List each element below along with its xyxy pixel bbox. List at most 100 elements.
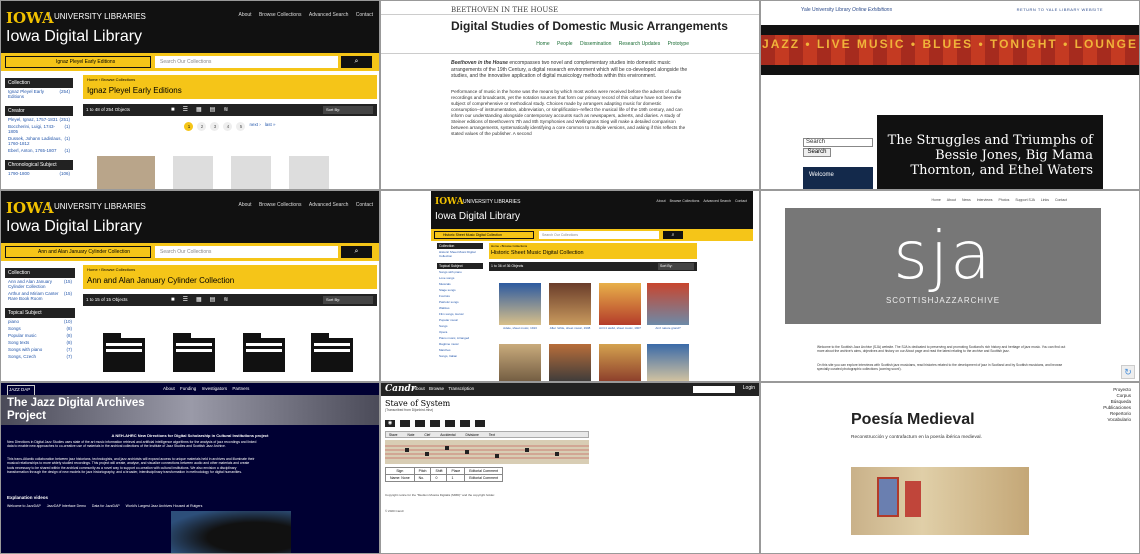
nav-contact[interactable]: Contact bbox=[1055, 198, 1067, 202]
next-link[interactable]: next › bbox=[249, 122, 260, 131]
symbol-icon[interactable] bbox=[460, 420, 470, 427]
nav-browse[interactable]: Browse bbox=[429, 386, 444, 391]
folder-icon[interactable] bbox=[171, 329, 217, 375]
search-input[interactable]: Search bbox=[803, 138, 873, 147]
page-3[interactable]: 3 bbox=[210, 122, 220, 131]
sheet-cover-8[interactable] bbox=[647, 344, 689, 381]
item-title[interactable]: Adele, sheet music, 1913 bbox=[495, 326, 545, 330]
facet-item[interactable]: Songs with piano (7) bbox=[5, 346, 75, 353]
beethoven-masthead[interactable]: BEETHOVEN IN THE HOUSE bbox=[381, 1, 759, 15]
video-link[interactable]: JazzDAP Interface Demo bbox=[47, 504, 86, 508]
nav-home[interactable]: Home bbox=[536, 41, 549, 47]
folder-icon[interactable] bbox=[309, 329, 355, 375]
site-title[interactable]: Iowa Digital Library bbox=[435, 211, 520, 222]
nav-about[interactable]: About bbox=[239, 12, 252, 18]
symbol-icon[interactable] bbox=[430, 420, 440, 427]
nav-interviews[interactable]: Interviews bbox=[977, 198, 993, 202]
tool-stave[interactable]: Stave bbox=[389, 432, 397, 437]
breadcrumb[interactable]: Home › Browse Collections bbox=[83, 265, 377, 274]
nav-home[interactable]: Home bbox=[931, 198, 940, 202]
facet-chronological[interactable]: Chronological Subject bbox=[5, 160, 73, 170]
facet-item[interactable]: Ann and Alan January Cylinder Collection… bbox=[5, 278, 75, 290]
sheet-cover-5[interactable] bbox=[499, 344, 541, 381]
nav-about[interactable]: About bbox=[947, 198, 956, 202]
view-icons[interactable]: ■☰▦▤≋ bbox=[171, 294, 236, 306]
facet-item[interactable]: Songs, Italian bbox=[437, 353, 483, 359]
facet-topical[interactable]: Topical Subject bbox=[5, 308, 75, 318]
result-thumbnail[interactable] bbox=[97, 156, 155, 189]
item-title[interactable]: Ain't nature grand? bbox=[643, 326, 693, 330]
collection-select[interactable]: Ann and Alan January Cylinder Collection bbox=[5, 246, 151, 258]
tool-note[interactable]: Note bbox=[407, 432, 414, 437]
login-link[interactable]: Login bbox=[743, 385, 755, 391]
collection-select[interactable]: Historic Sheet Music Digital Collection bbox=[434, 231, 534, 239]
table-cell[interactable]: Name: None bbox=[385, 474, 415, 482]
facet-item[interactable]: Songs, Czech (7) bbox=[5, 353, 75, 360]
facet-item[interactable]: piano (10) bbox=[5, 318, 75, 325]
manuscript-stave-image[interactable] bbox=[385, 440, 589, 464]
item-title[interactable]: After 'while, sheet music, 1908 bbox=[545, 326, 595, 330]
nav-transcription[interactable]: Transcription bbox=[448, 386, 474, 391]
nav-vocabulario[interactable]: Vocabulario bbox=[1103, 417, 1131, 423]
symbol-icon[interactable] bbox=[415, 420, 425, 427]
nav-research-updates[interactable]: Research Updates bbox=[619, 41, 660, 47]
facet-collection[interactable]: Collection bbox=[5, 268, 75, 278]
facet-creator[interactable]: Creator bbox=[5, 106, 73, 116]
site-title[interactable]: Iowa Digital Library bbox=[6, 218, 142, 236]
tool-accidental[interactable]: Accidental bbox=[440, 432, 455, 437]
table-cell[interactable]: 0 bbox=[430, 474, 448, 482]
last-link[interactable]: last » bbox=[265, 122, 276, 131]
search-button[interactable]: ⌕ bbox=[341, 246, 372, 258]
search-input[interactable]: Search Our Collections bbox=[155, 246, 338, 258]
folder-icon[interactable] bbox=[101, 329, 147, 375]
item-title[interactable]: Ain't it awful, sheet music, 1907 bbox=[595, 326, 645, 330]
symbol-icon[interactable] bbox=[475, 420, 485, 427]
nav-links[interactable]: Links bbox=[1041, 198, 1049, 202]
table-cell[interactable]: Editorial Comment bbox=[464, 474, 504, 482]
return-link[interactable]: RETURN TO YALE LIBRARY WEBSITE bbox=[1017, 7, 1103, 12]
candr-logo[interactable]: Candr bbox=[385, 384, 416, 394]
libraries-link[interactable]: UNIVERSITY LIBRARIES bbox=[49, 202, 146, 211]
nav-about[interactable]: About bbox=[413, 386, 425, 391]
nav-about[interactable]: About bbox=[656, 199, 665, 203]
sheet-cover-1[interactable] bbox=[499, 283, 541, 325]
nav-contact[interactable]: Contact bbox=[735, 199, 747, 203]
camera-icon[interactable]: ◉ bbox=[385, 420, 395, 427]
iowa-logo[interactable]: IOWA bbox=[6, 9, 54, 27]
facet-item[interactable]: Song texts (8) bbox=[5, 339, 75, 346]
nav-funding[interactable]: Funding bbox=[180, 386, 196, 391]
nav-advanced-search[interactable]: Advanced Search bbox=[309, 12, 348, 18]
result-thumbnail[interactable] bbox=[173, 156, 213, 189]
facet-collection[interactable]: Collection bbox=[5, 78, 73, 88]
facet-item[interactable]: Historic Sheet Music Digital Collection bbox=[437, 249, 483, 259]
symbol-icon[interactable] bbox=[445, 420, 455, 427]
facet-item[interactable]: Pleyel, Ignaz, 1757-1831 (251) bbox=[5, 116, 73, 123]
facet-item[interactable]: Ignaz Pleyel Early Editions (254) bbox=[5, 88, 73, 100]
libraries-link[interactable]: UNIVERSITY LIBRARIES bbox=[49, 12, 146, 21]
nav-about[interactable]: About bbox=[163, 386, 175, 391]
sheet-cover-2[interactable] bbox=[549, 283, 591, 325]
nav-photos[interactable]: Photos bbox=[998, 198, 1009, 202]
online-exhibitions[interactable]: Online Exhibitions bbox=[852, 7, 892, 13]
facet-item[interactable]: Songs (8) bbox=[5, 325, 75, 332]
page-2[interactable]: 2 bbox=[197, 122, 207, 131]
yale-library-name[interactable]: Yale University Library bbox=[801, 7, 851, 13]
result-thumbnail[interactable] bbox=[289, 156, 329, 189]
sort-select[interactable]: Sort By: bbox=[658, 263, 694, 270]
table-cell[interactable]: No. bbox=[413, 474, 432, 482]
search-input[interactable] bbox=[693, 386, 735, 393]
iowa-logo[interactable]: IOWA bbox=[6, 199, 54, 217]
nav-browse-collections[interactable]: Browse Collections bbox=[259, 202, 302, 208]
search-button[interactable]: Search bbox=[803, 148, 831, 157]
facet-item[interactable]: Arthur and Miriam Canter Rare Book Room(… bbox=[5, 290, 75, 302]
video-thumbnail[interactable] bbox=[171, 511, 291, 553]
nav-browse-collections[interactable]: Browse Collections bbox=[259, 12, 302, 18]
nav-contact[interactable]: Contact bbox=[356, 202, 373, 208]
tool-clef[interactable]: Clef bbox=[424, 432, 430, 437]
facet-item[interactable]: Eberl, Anton, 1765-1807 (1) bbox=[5, 147, 73, 154]
video-link[interactable]: Data for JazzDAP bbox=[92, 504, 120, 508]
video-link[interactable]: Welcome to JazzDAP bbox=[7, 504, 41, 508]
page-5[interactable]: 5 bbox=[236, 122, 246, 131]
site-title[interactable]: Iowa Digital Library bbox=[6, 28, 142, 46]
breadcrumb[interactable]: Home › Browse Collections bbox=[83, 75, 377, 84]
